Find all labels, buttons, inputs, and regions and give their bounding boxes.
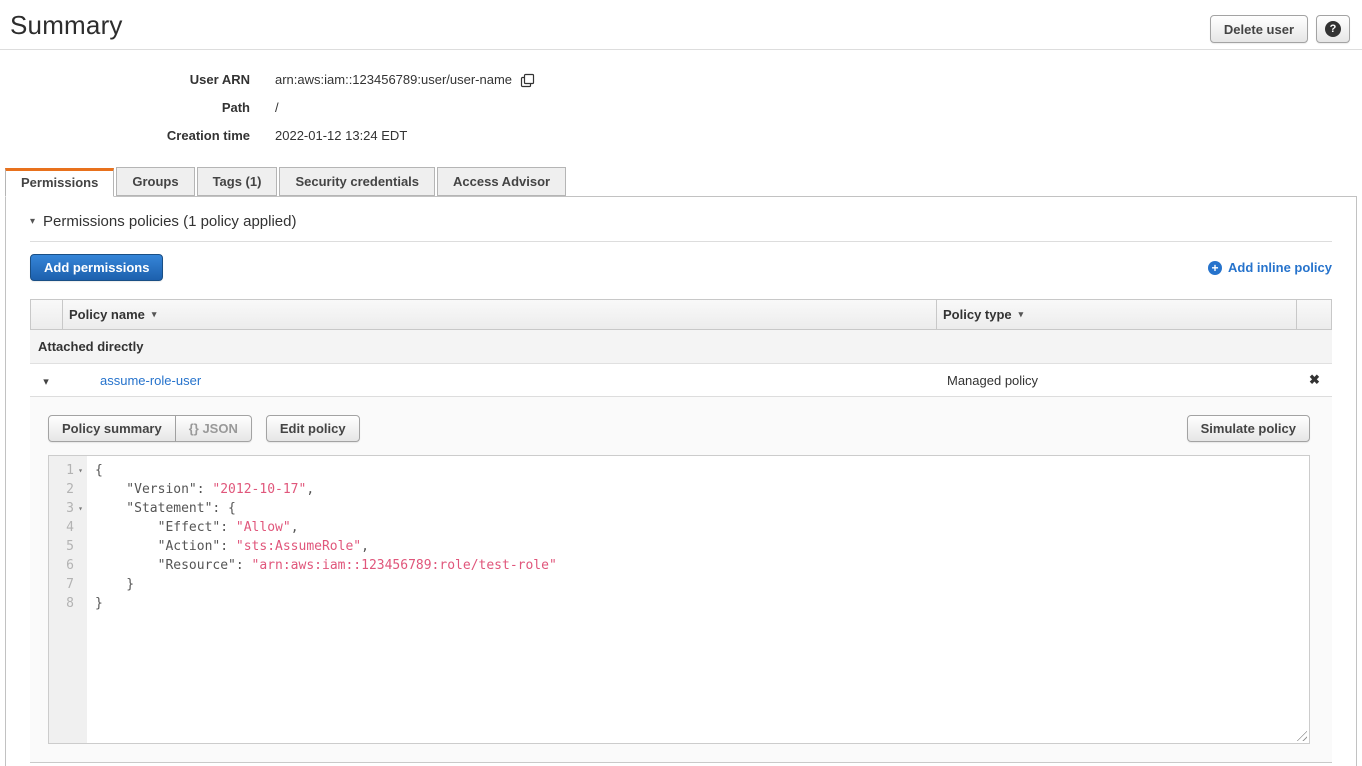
json-policy-editor[interactable]: 1▾{2 "Version": "2012-10-17",3▾ "Stateme…: [48, 455, 1310, 744]
policy-detail-buttons: Policy summary {} JSON Edit policy Simul…: [48, 415, 1310, 442]
fold-slot: [74, 575, 87, 594]
copy-icon[interactable]: [520, 73, 535, 88]
detail-row-path: Path /: [0, 94, 1362, 122]
add-inline-policy-label: Add inline policy: [1228, 260, 1332, 275]
expander-column-header: [31, 300, 63, 329]
editor-line: 6 "Resource": "arn:aws:iam::123456789:ro…: [49, 556, 1309, 575]
topbar-buttons: Delete user ?: [1210, 10, 1350, 43]
user-arn-value: arn:aws:iam::123456789:user/user-name: [275, 66, 512, 94]
fold-slot: [74, 480, 87, 499]
editor-lines: 1▾{2 "Version": "2012-10-17",3▾ "Stateme…: [49, 456, 1309, 613]
detail-row-creation-time: Creation time 2022-01-12 13:24 EDT: [0, 122, 1362, 150]
creation-time-label: Creation time: [0, 122, 250, 150]
collapse-icon: ▾: [30, 216, 35, 227]
editor-line: 3▾ "Statement": {: [49, 499, 1309, 518]
code-line: "Statement": {: [87, 499, 236, 518]
code-line: }: [87, 594, 103, 613]
top-bar: Summary Delete user ?: [0, 0, 1362, 43]
code-line: "Effect": "Allow",: [87, 518, 299, 537]
page-title: Summary: [10, 10, 1210, 41]
editor-line: 8}: [49, 594, 1309, 613]
policy-table: Policy name ▾ Policy type ▾ Attached dir…: [30, 299, 1332, 763]
fold-slot: [74, 518, 87, 537]
tab-groups[interactable]: Groups: [116, 167, 194, 196]
help-icon: ?: [1325, 21, 1341, 37]
policy-summary-button[interactable]: Policy summary: [48, 415, 176, 442]
tab-tags[interactable]: Tags (1): [197, 167, 278, 196]
path-label: Path: [0, 94, 250, 122]
row-expand-toggle[interactable]: ▾: [30, 373, 62, 388]
line-number: 3: [49, 499, 74, 518]
sort-icon: ▾: [1019, 309, 1024, 320]
tab-access-advisor[interactable]: Access Advisor: [437, 167, 566, 196]
help-button[interactable]: ?: [1316, 15, 1350, 43]
policy-name-column-header[interactable]: Policy name ▾: [63, 300, 936, 329]
policy-name-cell: assume-role-user: [62, 373, 937, 388]
remove-policy-cell: ✖: [1297, 372, 1332, 388]
policy-detail-expanded: Policy summary {} JSON Edit policy Simul…: [30, 397, 1332, 763]
code-line: }: [87, 575, 134, 594]
policy-table-header: Policy name ▾ Policy type ▾: [30, 299, 1332, 330]
permissions-tab-panel: ▾ Permissions policies (1 policy applied…: [5, 196, 1357, 766]
section-divider: [30, 241, 1332, 242]
editor-line: 4 "Effect": "Allow",: [49, 518, 1309, 537]
tab-bar: Permissions Groups Tags (1) Security cre…: [0, 167, 1362, 196]
fold-slot: [74, 594, 87, 613]
plus-icon: +: [1208, 261, 1222, 275]
section-title: Permissions policies (1 policy applied): [43, 213, 296, 230]
policy-view-segmented-control: Policy summary {} JSON: [48, 415, 252, 442]
policy-type-cell: Managed policy: [937, 373, 1297, 388]
add-permissions-button[interactable]: Add permissions: [30, 254, 163, 281]
code-line: {: [87, 461, 103, 480]
tab-permissions[interactable]: Permissions: [5, 168, 114, 197]
line-number: 4: [49, 518, 74, 537]
line-number: 1: [49, 461, 74, 480]
creation-time-value: 2022-01-12 13:24 EDT: [275, 122, 407, 150]
line-number: 2: [49, 480, 74, 499]
tab-security-credentials[interactable]: Security credentials: [279, 167, 435, 196]
policy-action-row: Add permissions + Add inline policy: [30, 254, 1332, 281]
json-view-button[interactable]: {} JSON: [176, 415, 252, 442]
simulate-policy-button[interactable]: Simulate policy: [1187, 415, 1310, 442]
fold-icon[interactable]: ▾: [74, 461, 87, 480]
fold-icon[interactable]: ▾: [74, 499, 87, 518]
policy-type-header-label: Policy type: [943, 307, 1012, 322]
policy-name-link[interactable]: assume-role-user: [100, 373, 201, 388]
code-line: "Action": "sts:AssumeRole",: [87, 537, 369, 556]
remove-column-header: [1296, 300, 1331, 329]
user-arn-label: User ARN: [0, 66, 250, 94]
path-value: /: [275, 94, 279, 122]
code-line: "Resource": "arn:aws:iam::123456789:role…: [87, 556, 557, 575]
line-number: 6: [49, 556, 74, 575]
fold-slot: [74, 556, 87, 575]
editor-line: 7 }: [49, 575, 1309, 594]
edit-policy-button[interactable]: Edit policy: [266, 415, 360, 442]
editor-line: 5 "Action": "sts:AssumeRole",: [49, 537, 1309, 556]
line-number: 8: [49, 594, 74, 613]
table-group-row: Attached directly: [30, 330, 1332, 364]
sort-icon: ▾: [152, 309, 157, 320]
editor-line: 2 "Version": "2012-10-17",: [49, 480, 1309, 499]
chevron-down-icon: ▾: [43, 376, 49, 388]
editor-line: 1▾{: [49, 461, 1309, 480]
permissions-policies-section-header[interactable]: ▾ Permissions policies (1 policy applied…: [30, 213, 1332, 230]
add-inline-policy-link[interactable]: + Add inline policy: [1208, 260, 1332, 275]
resize-handle[interactable]: [1294, 728, 1307, 741]
delete-user-button[interactable]: Delete user: [1210, 15, 1308, 43]
remove-policy-icon[interactable]: ✖: [1309, 372, 1320, 387]
line-number: 5: [49, 537, 74, 556]
table-row: ▾ assume-role-user Managed policy ✖: [30, 364, 1332, 397]
code-line: "Version": "2012-10-17",: [87, 480, 314, 499]
policy-type-column-header[interactable]: Policy type ▾: [936, 300, 1296, 329]
user-details: User ARN arn:aws:iam::123456789:user/use…: [0, 50, 1362, 150]
line-number: 7: [49, 575, 74, 594]
policy-name-header-label: Policy name: [69, 307, 145, 322]
detail-row-user-arn: User ARN arn:aws:iam::123456789:user/use…: [0, 66, 1362, 94]
fold-slot: [74, 537, 87, 556]
